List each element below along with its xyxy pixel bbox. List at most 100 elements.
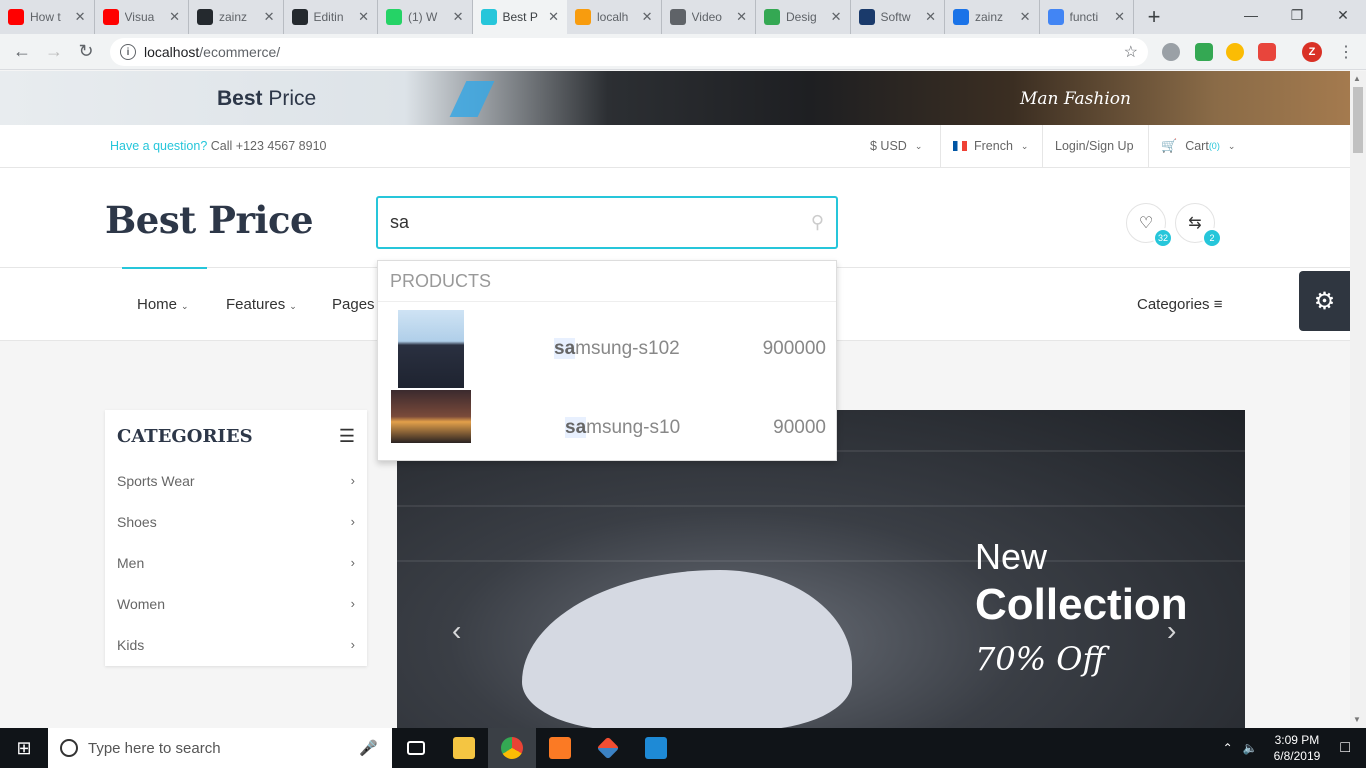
extension-globe-icon[interactable] — [1226, 43, 1244, 61]
categories-menu-button[interactable]: Categories ≡ — [1137, 296, 1222, 313]
close-tab-icon[interactable]: ✕ — [169, 9, 180, 25]
tab-title: How t — [30, 10, 61, 24]
hero-decoration — [397, 560, 1245, 562]
taskbar-search-input[interactable]: Type here to search 🎤 — [48, 728, 392, 768]
browser-tab[interactable]: Editin ✕ — [284, 0, 378, 34]
new-tab-button[interactable]: + — [1140, 3, 1168, 31]
scrollbar-thumb[interactable] — [1353, 87, 1363, 153]
category-label: Men — [117, 555, 145, 571]
windows-start-icon[interactable]: ⊞ — [0, 728, 48, 768]
tab-title: localh — [597, 10, 629, 24]
extension-puzzle-icon[interactable] — [1162, 43, 1180, 61]
windows-taskbar: ⊞ Type here to search 🎤 ⌃ 🔈 3:09 PM 6/8/2… — [0, 728, 1366, 768]
file-explorer-icon[interactable] — [440, 728, 488, 768]
browser-tab[interactable]: Best P ✕ — [472, 0, 567, 34]
chrome-icon[interactable] — [488, 728, 536, 768]
extension-brave-icon[interactable] — [1258, 43, 1276, 61]
browser-tab[interactable]: zainz ✕ — [945, 0, 1040, 34]
close-tab-icon[interactable]: ✕ — [75, 9, 86, 25]
nav-item-features[interactable]: Features ⌄ — [226, 296, 297, 313]
search-icon[interactable]: ⚲ — [811, 212, 824, 233]
autocomplete-result[interactable]: samsung-s102 900000 — [378, 304, 838, 388]
currency-label: $ USD — [870, 139, 907, 153]
slider-prev-icon[interactable]: ‹ — [452, 615, 461, 647]
search-input[interactable]: sa ⚲ — [376, 196, 838, 249]
close-tab-icon[interactable]: ✕ — [1114, 9, 1125, 25]
minimize-button[interactable]: — — [1228, 0, 1274, 30]
close-window-button[interactable]: ✕ — [1320, 0, 1366, 30]
menu-kebab-icon[interactable]: ⋮ — [1338, 42, 1354, 62]
browser-tab[interactable]: How t ✕ — [0, 0, 95, 34]
browser-tab[interactable]: zainz ✕ — [189, 0, 284, 34]
reload-button[interactable]: ↻ — [70, 36, 102, 68]
forward-button[interactable]: → — [38, 36, 70, 68]
git-icon[interactable] — [584, 728, 632, 768]
close-tab-icon[interactable]: ✕ — [831, 9, 842, 25]
extension-shield-icon[interactable] — [1195, 43, 1213, 61]
chevron-up-icon[interactable]: ⌃ — [1223, 741, 1233, 755]
clock[interactable]: 3:09 PM 6/8/2019 — [1274, 732, 1321, 764]
speaker-icon[interactable]: 🔈 — [1243, 741, 1258, 755]
close-tab-icon[interactable]: ✕ — [642, 9, 653, 25]
notifications-icon[interactable]: □ — [1340, 739, 1350, 757]
close-tab-icon[interactable]: ✕ — [736, 9, 747, 25]
hero-shoe-image — [522, 570, 852, 728]
back-button[interactable]: ← — [6, 36, 38, 68]
chevron-down-icon: ⌄ — [914, 140, 923, 151]
info-icon[interactable]: i — [120, 44, 136, 60]
hamburger-icon[interactable]: ☰ — [339, 426, 355, 447]
category-label: Kids — [117, 637, 145, 653]
close-tab-icon[interactable]: ✕ — [358, 9, 369, 25]
category-item[interactable]: Kids › — [117, 637, 355, 653]
currency-select[interactable]: $ USD ⌄ — [858, 125, 934, 167]
category-item[interactable]: Sports Wear › — [117, 473, 355, 489]
close-tab-icon[interactable]: ✕ — [453, 9, 464, 25]
close-tab-icon[interactable]: ✕ — [1020, 9, 1031, 25]
maximize-button[interactable]: ❐ — [1274, 0, 1320, 30]
scroll-down-icon[interactable]: ▼ — [1353, 715, 1361, 724]
browser-tab[interactable]: Video ✕ — [662, 0, 756, 34]
browser-tab[interactable]: Visua ✕ — [95, 0, 189, 34]
profile-avatar[interactable]: Z — [1302, 42, 1322, 62]
vscode-icon[interactable] — [632, 728, 680, 768]
categories-sidebar: CATEGORIES ☰ Sports Wear › Shoes › Men › Wo… — [105, 410, 367, 666]
close-tab-icon[interactable]: ✕ — [548, 9, 559, 25]
page-scrollbar[interactable]: ▲ ▼ — [1350, 71, 1366, 728]
microphone-icon[interactable]: 🎤 — [359, 739, 378, 757]
browser-tab[interactable]: Softw ✕ — [851, 0, 945, 34]
browser-tab[interactable]: localh ✕ — [567, 0, 662, 34]
address-bar[interactable]: i localhost/ecommerce/ ☆ — [110, 38, 1148, 66]
banner-brand-bold: Best — [217, 87, 263, 110]
nav-item-home[interactable]: Home ⌄ — [137, 296, 189, 313]
autocomplete-result[interactable]: samsung-s10 90000 — [378, 384, 838, 464]
settings-gear-button[interactable]: ⚙ — [1299, 271, 1350, 331]
login-signup-link[interactable]: Login/Sign Up — [1042, 125, 1146, 167]
category-item[interactable]: Shoes › — [117, 514, 355, 530]
taskbar-search-placeholder: Type here to search — [88, 739, 221, 757]
task-view-icon[interactable] — [392, 728, 440, 768]
question-link[interactable]: Have a question? — [110, 139, 207, 153]
bookmark-star-icon[interactable]: ☆ — [1124, 42, 1138, 62]
banner-brand-rest: Price — [262, 87, 317, 110]
category-item[interactable]: Women › — [117, 596, 355, 612]
browser-tab[interactable]: Desig ✕ — [756, 0, 851, 34]
browser-tab[interactable]: (1) W ✕ — [378, 0, 473, 34]
browser-tab[interactable]: functi ✕ — [1040, 0, 1134, 34]
category-label: Sports Wear — [117, 473, 195, 489]
product-name: samsung-s102 — [554, 338, 680, 360]
close-tab-icon[interactable]: ✕ — [264, 9, 275, 25]
scroll-up-icon[interactable]: ▲ — [1353, 74, 1361, 83]
category-item[interactable]: Men › — [117, 555, 355, 571]
cart-link[interactable]: 🛒 Cart (0) ⌄ — [1148, 125, 1247, 167]
close-tab-icon[interactable]: ✕ — [925, 9, 936, 25]
chevron-down-icon: ⌄ — [181, 301, 189, 311]
window-controls: — ❐ ✕ — [1228, 0, 1366, 30]
slider-next-icon[interactable]: › — [1167, 615, 1176, 647]
design-icon — [764, 9, 780, 25]
language-select[interactable]: French ⌄ — [940, 125, 1040, 167]
globe-icon — [669, 9, 686, 25]
wishlist-count-badge: 32 — [1153, 228, 1173, 248]
site-logo[interactable]: Best Price — [105, 198, 314, 242]
xampp-icon[interactable] — [536, 728, 584, 768]
nav-item-pages[interactable]: Pages — [332, 296, 375, 313]
